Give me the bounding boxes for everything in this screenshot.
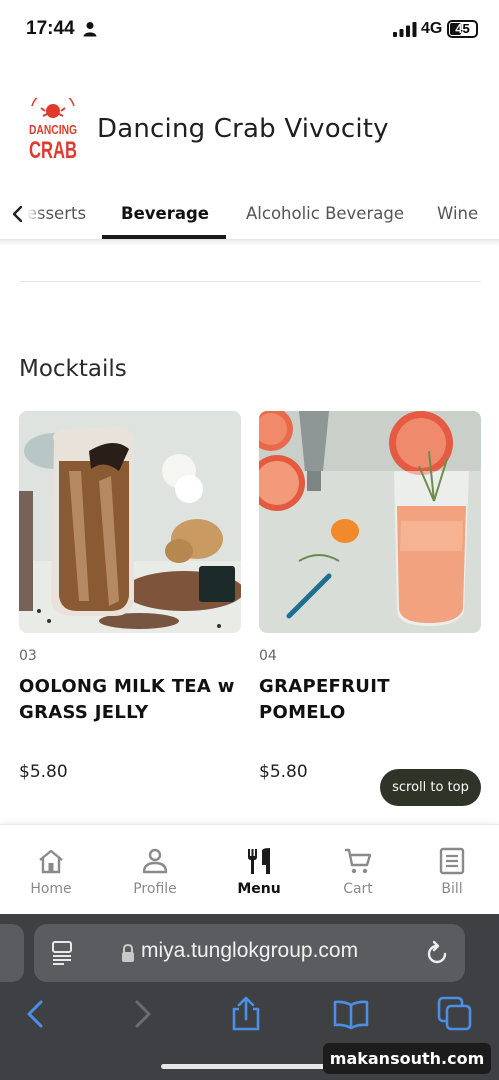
profile-icon xyxy=(142,848,168,874)
restaurant-logo: DANCING CRAB xyxy=(29,98,77,164)
bottom-navigation: Home Profile Menu Cart Bill xyxy=(0,824,499,914)
battery-level: 45 xyxy=(455,21,470,36)
nav-label: Home xyxy=(30,881,72,897)
status-time: 17:44 xyxy=(26,18,75,39)
tab-wine[interactable]: Wine xyxy=(437,204,478,223)
product-card[interactable]: 03 OOLONG MILK TEA w GRASS JELLY $5.80 xyxy=(19,411,241,782)
product-price: $5.80 xyxy=(19,762,68,782)
product-number: 03 xyxy=(19,648,37,664)
bookmarks-icon[interactable] xyxy=(333,996,369,1032)
restaurant-title: Dancing Crab Vivocity xyxy=(97,114,389,144)
share-icon[interactable] xyxy=(228,996,264,1032)
forward-icon[interactable] xyxy=(125,996,161,1032)
person-icon xyxy=(83,22,97,37)
network-type: 4G xyxy=(421,20,443,37)
divider xyxy=(19,281,481,282)
menu-utensils-icon xyxy=(248,848,270,874)
scroll-to-top-button[interactable]: scroll to top xyxy=(380,769,481,806)
section-title: Mocktails xyxy=(19,356,127,382)
nav-home[interactable]: Home xyxy=(1,825,101,915)
svg-text:CRAB: CRAB xyxy=(29,137,77,164)
active-tab-indicator xyxy=(102,235,226,239)
milk-tea-photo xyxy=(19,411,241,633)
product-image-grapefruit-pomelo[interactable] xyxy=(259,411,481,633)
tab-fade xyxy=(27,200,43,228)
address-bar[interactable]: miya.tunglokgroup.com xyxy=(34,924,465,982)
reload-icon[interactable] xyxy=(425,940,449,966)
tabs-icon[interactable] xyxy=(437,996,473,1032)
cart-icon xyxy=(345,848,372,874)
grapefruit-drink-photo xyxy=(259,411,481,633)
chevron-left-icon xyxy=(12,205,23,223)
lock-icon xyxy=(122,944,134,962)
status-bar: 17:44 4G 45 xyxy=(0,0,499,60)
nav-label: Bill xyxy=(441,881,463,897)
svg-text:DANCING: DANCING xyxy=(29,122,77,137)
watermark: makansouth.com xyxy=(323,1043,491,1074)
tab-beverage[interactable]: Beverage xyxy=(121,204,209,223)
previous-tab[interactable] xyxy=(0,924,24,982)
url-text[interactable]: miya.tunglokgroup.com xyxy=(141,939,358,963)
nav-bill[interactable]: Bill xyxy=(402,825,499,915)
bill-icon xyxy=(439,847,465,875)
tabs-shadow xyxy=(0,240,499,246)
product-name[interactable]: GRAPEFRUIT POMELO xyxy=(259,674,481,726)
product-name[interactable]: OOLONG MILK TEA w GRASS JELLY xyxy=(19,674,241,726)
nav-menu[interactable]: Menu xyxy=(209,825,309,915)
nav-cart[interactable]: Cart xyxy=(308,825,408,915)
nav-profile[interactable]: Profile xyxy=(105,825,205,915)
product-price: $5.80 xyxy=(259,762,308,782)
product-image-oolong-milk-tea[interactable] xyxy=(19,411,241,633)
cellular-signal-icon xyxy=(393,22,417,37)
product-number: 04 xyxy=(259,648,277,664)
tabs-scroll-left-button[interactable] xyxy=(8,203,28,225)
home-indicator xyxy=(161,1064,339,1069)
home-icon xyxy=(39,849,63,874)
tab-alcoholic-beverage[interactable]: Alcoholic Beverage xyxy=(246,204,404,223)
reader-mode-icon[interactable] xyxy=(52,941,74,965)
nav-label: Menu xyxy=(237,881,281,897)
nav-label: Cart xyxy=(343,881,373,897)
battery-icon: 45 xyxy=(447,20,478,38)
back-icon[interactable] xyxy=(17,996,53,1032)
nav-label: Profile xyxy=(133,881,177,897)
product-card[interactable]: 04 GRAPEFRUIT POMELO $5.80 xyxy=(259,411,481,782)
category-tabs: Desserts Beverage Alcoholic Beverage Win… xyxy=(0,190,499,240)
